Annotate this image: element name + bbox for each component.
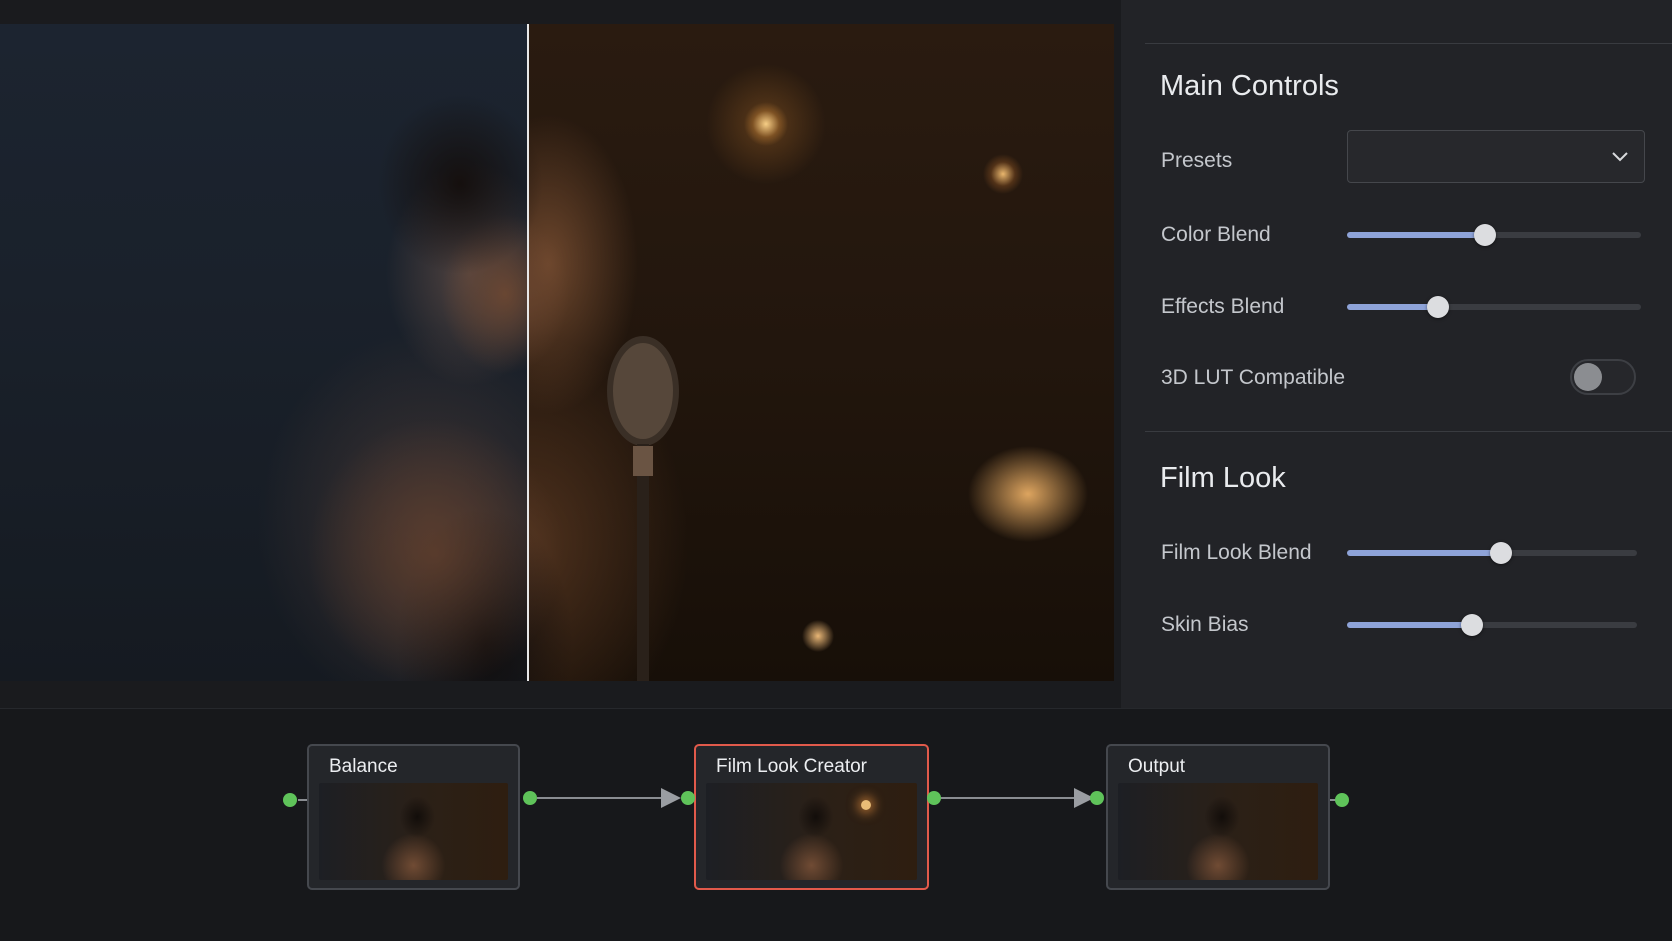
toggle-knob	[1574, 363, 1602, 391]
node-film-look-creator[interactable]: Film Look Creator	[694, 744, 929, 890]
after-image-half	[528, 24, 1114, 681]
lamp-glow	[860, 800, 871, 811]
film-look-title: Film Look	[1160, 462, 1286, 494]
slider-thumb[interactable]	[1460, 614, 1483, 636]
slider-fill	[1347, 304, 1439, 310]
film-look-blend-label: Film Look Blend	[1161, 541, 1312, 564]
node-output[interactable]: Output	[1106, 744, 1330, 890]
input-port[interactable]	[283, 793, 297, 807]
node-balance[interactable]: Balance	[307, 744, 520, 890]
split-compare-line[interactable]	[527, 24, 529, 681]
chevron-down-icon	[1612, 152, 1628, 162]
film-look-blend-slider[interactable]	[1347, 542, 1637, 564]
before-image-half	[0, 24, 528, 681]
node-title: Film Look Creator	[716, 756, 867, 777]
effects-blend-label: Effects Blend	[1161, 295, 1285, 318]
slider-fill	[1347, 550, 1501, 556]
lut-compatible-toggle[interactable]	[1570, 359, 1636, 395]
color-blend-label: Color Blend	[1161, 223, 1271, 246]
slider-fill	[1347, 622, 1472, 628]
lut-compatible-label: 3D LUT Compatible	[1161, 366, 1346, 389]
preview-image[interactable]	[0, 24, 1114, 681]
node-thumbnail	[1118, 783, 1318, 880]
image-viewer	[0, 0, 1121, 708]
skin-bias-slider[interactable]	[1347, 614, 1637, 636]
color-blend-slider[interactable]	[1347, 224, 1641, 246]
node-graph[interactable]: Balance Film Look Creator Output	[0, 708, 1672, 941]
input-port[interactable]	[681, 791, 695, 805]
slider-fill	[1347, 232, 1486, 238]
output-port[interactable]	[523, 791, 537, 805]
node-title: Output	[1128, 756, 1186, 777]
output-port[interactable]	[1335, 793, 1349, 807]
panel-divider	[1145, 43, 1672, 44]
slider-thumb[interactable]	[1474, 224, 1497, 246]
presets-label: Presets	[1161, 149, 1233, 172]
controls-panel: Main Controls Presets Color Blend Effect…	[1121, 0, 1672, 708]
skin-bias-label: Skin Bias	[1161, 613, 1249, 636]
input-port[interactable]	[1090, 791, 1104, 805]
panel-divider	[1145, 431, 1672, 432]
output-port[interactable]	[927, 791, 941, 805]
slider-thumb[interactable]	[1489, 542, 1512, 564]
presets-dropdown[interactable]	[1347, 130, 1645, 183]
node-title: Balance	[329, 756, 398, 777]
slider-thumb[interactable]	[1427, 296, 1450, 318]
effects-blend-slider[interactable]	[1347, 296, 1641, 318]
main-controls-title: Main Controls	[1160, 70, 1339, 102]
node-thumbnail	[319, 783, 508, 880]
node-thumbnail	[706, 783, 917, 880]
